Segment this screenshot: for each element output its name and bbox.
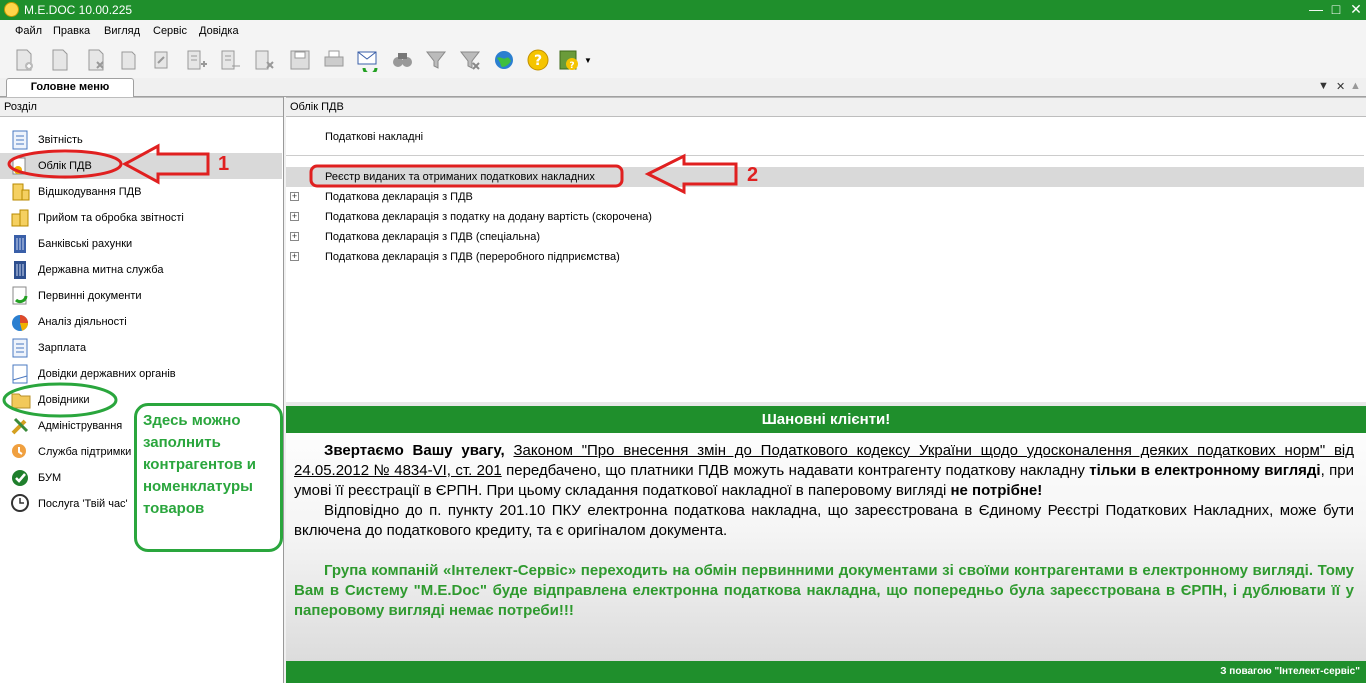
highlight-ellipse-vat [7,149,123,179]
highlight-box-registry [309,164,624,188]
marker-2: 2 [747,164,758,186]
annotation-note: Здесь можно заполнить контрагентов и ном… [134,403,283,552]
arrow-icon [644,153,738,195]
marker-1: 1 [218,153,229,175]
annotation-overlay: 1 2 [2,143,758,418]
arrow-icon [121,143,210,185]
highlight-ellipse-directories [2,382,118,418]
